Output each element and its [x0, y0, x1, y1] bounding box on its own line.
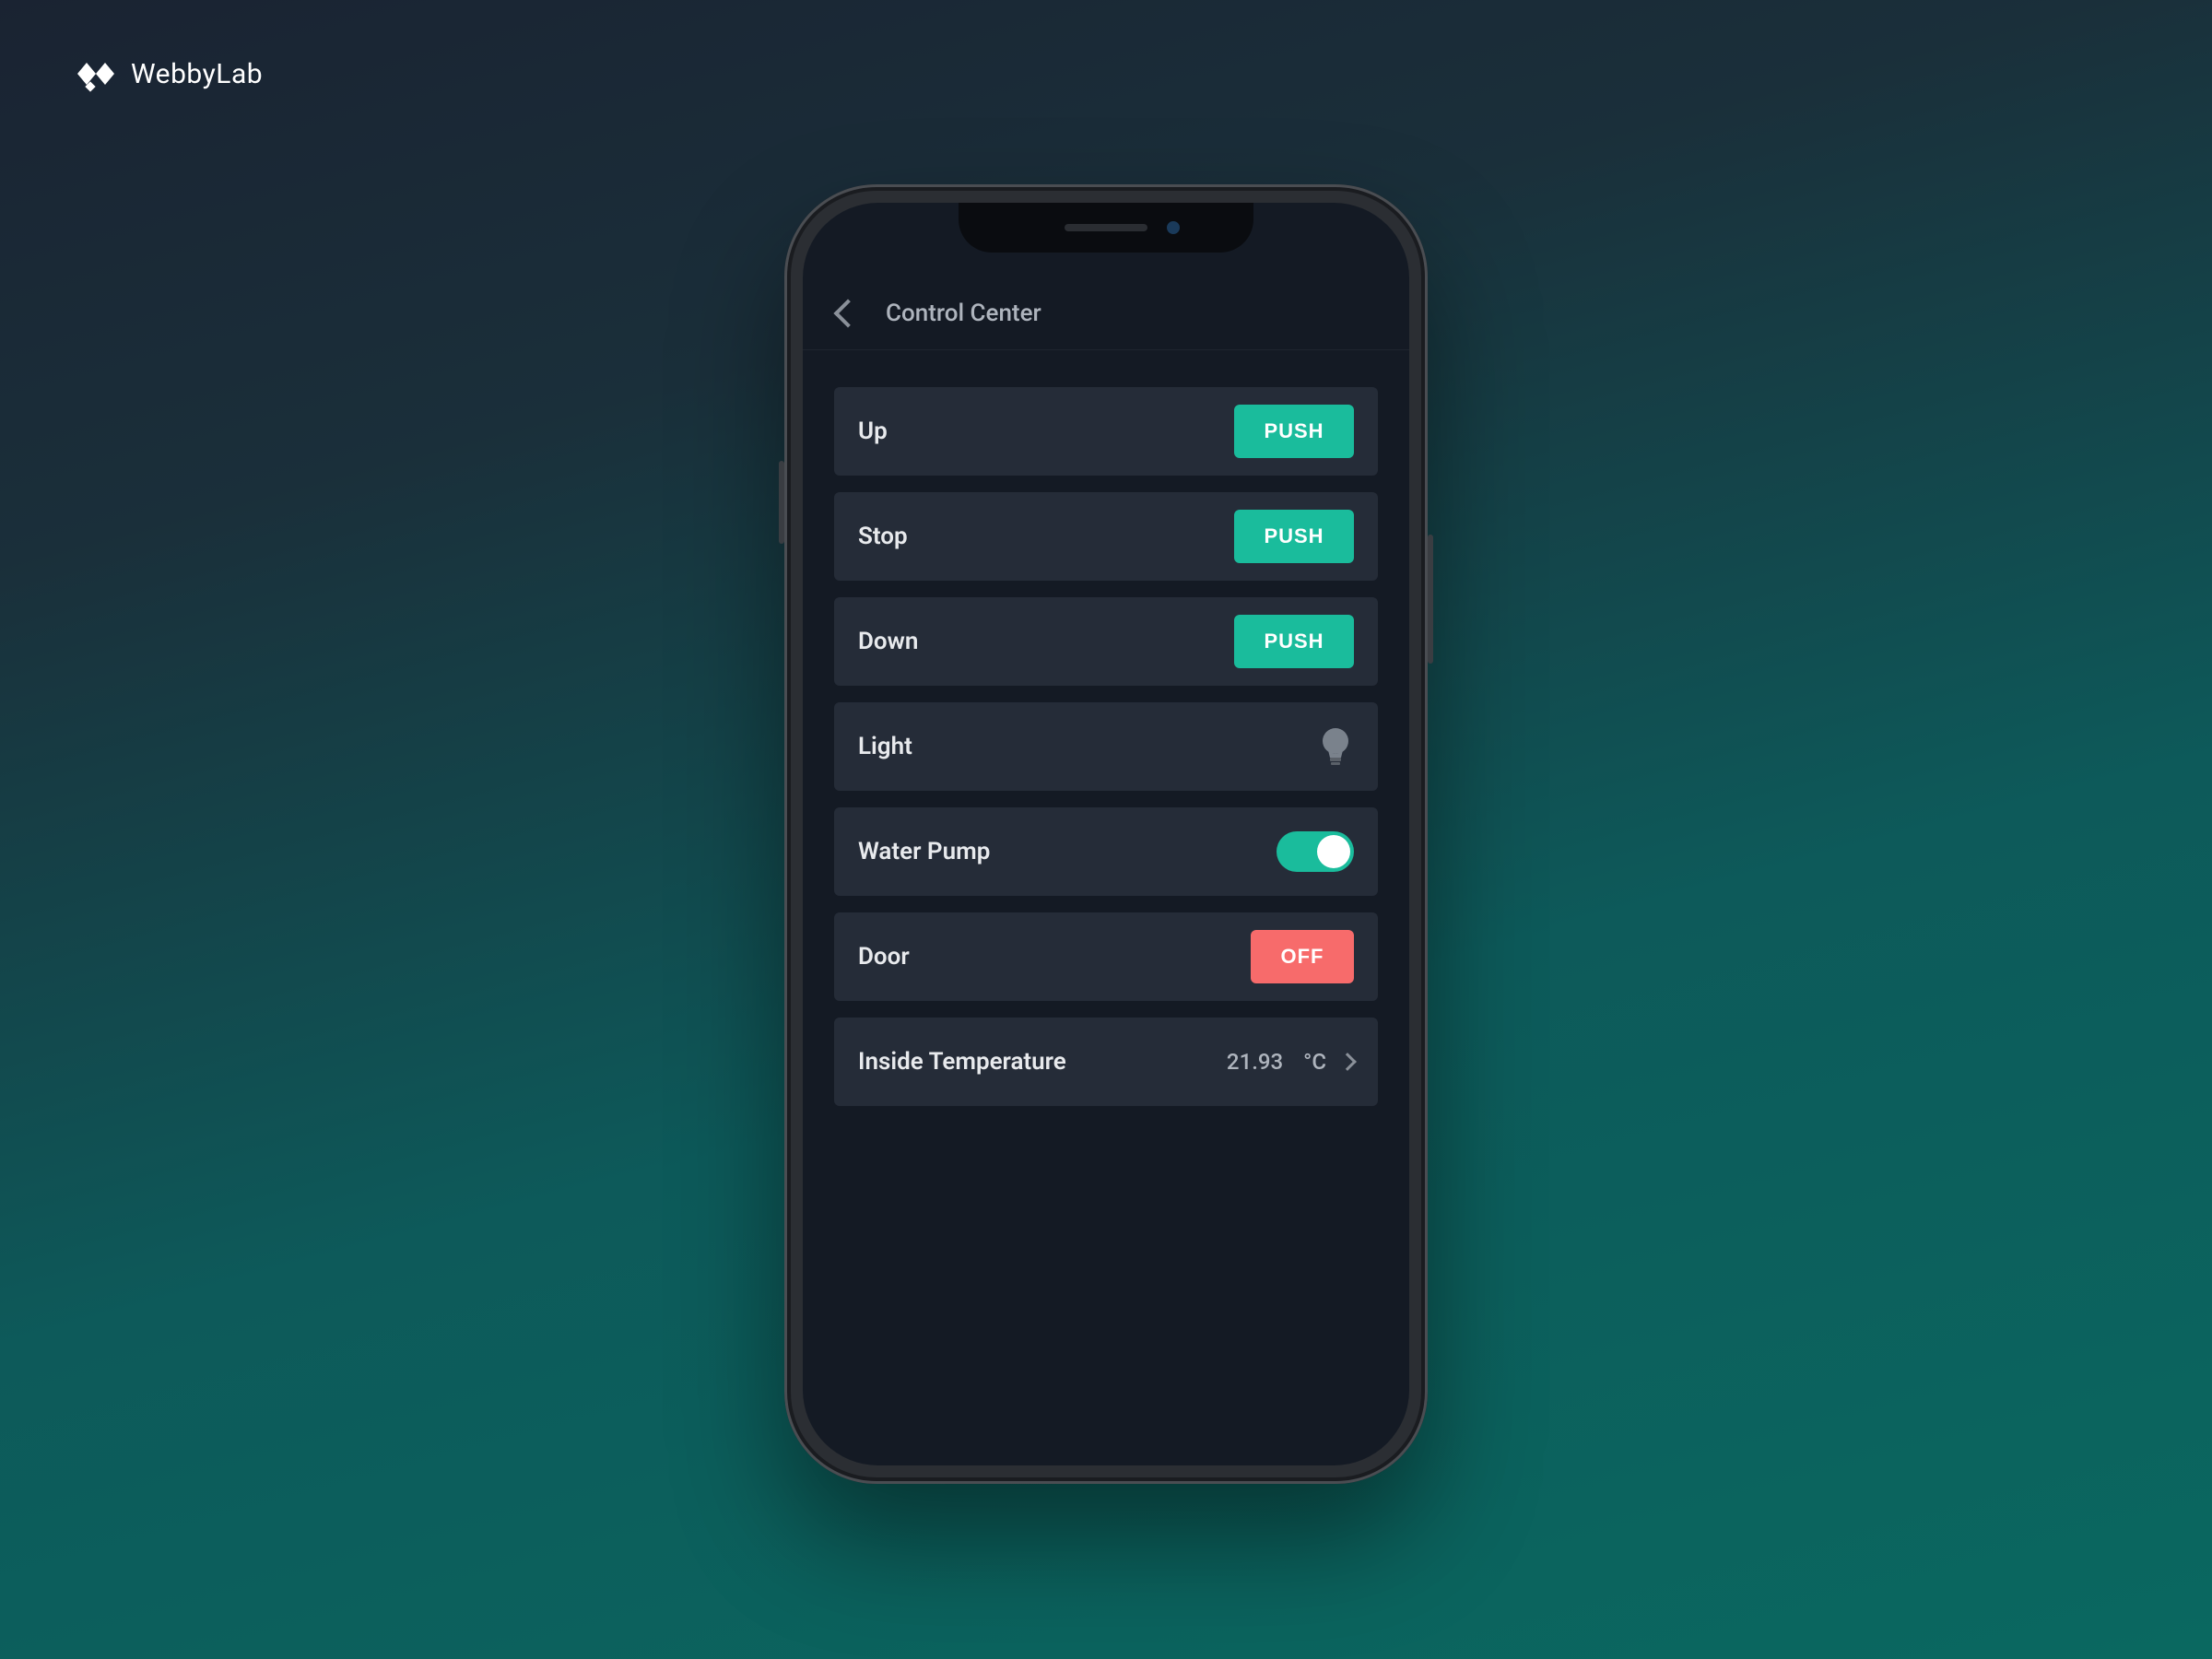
controls-list: Up PUSH Stop PUSH Down PUSH Light [834, 387, 1378, 1106]
control-label: Stop [858, 523, 908, 550]
brand-name: WebbyLab [131, 58, 263, 90]
control-label: Light [858, 733, 912, 760]
front-camera [1167, 221, 1180, 234]
push-button-down[interactable]: PUSH [1234, 615, 1354, 668]
app-header: Control Center [803, 276, 1409, 350]
control-label: Down [858, 628, 918, 655]
control-label: Door [858, 943, 910, 971]
webbylab-icon [65, 55, 116, 92]
control-label: Inside Temperature [858, 1048, 1066, 1076]
control-label: Water Pump [858, 838, 990, 865]
control-row-light[interactable]: Light [834, 702, 1378, 791]
control-row-door: Door OFF [834, 912, 1378, 1001]
phone-screen: Control Center Up PUSH Stop PUSH Down PU… [803, 203, 1409, 1465]
lightbulb-icon[interactable] [1317, 724, 1354, 769]
temperature-readout: 21.93 °C [1227, 1049, 1354, 1075]
phone-frame: Control Center Up PUSH Stop PUSH Down PU… [784, 184, 1428, 1484]
control-row-stop: Stop PUSH [834, 492, 1378, 581]
control-row-up: Up PUSH [834, 387, 1378, 476]
chevron-right-icon[interactable] [1338, 1053, 1357, 1071]
back-icon[interactable] [833, 299, 862, 327]
control-label: Up [858, 418, 888, 445]
control-row-water-pump: Water Pump [834, 807, 1378, 896]
push-button-up[interactable]: PUSH [1234, 405, 1354, 458]
door-off-button[interactable]: OFF [1251, 930, 1354, 983]
temperature-unit: °C [1303, 1049, 1326, 1075]
control-row-temperature[interactable]: Inside Temperature 21.93 °C [834, 1018, 1378, 1106]
temperature-value: 21.93 [1227, 1049, 1283, 1075]
phone-notch [959, 203, 1253, 253]
page-title: Control Center [886, 300, 1041, 327]
speaker-grille [1065, 224, 1147, 231]
water-pump-toggle[interactable] [1277, 831, 1354, 872]
brand-logo: WebbyLab [65, 55, 263, 92]
push-button-stop[interactable]: PUSH [1234, 510, 1354, 563]
control-row-down: Down PUSH [834, 597, 1378, 686]
toggle-knob [1317, 835, 1350, 868]
